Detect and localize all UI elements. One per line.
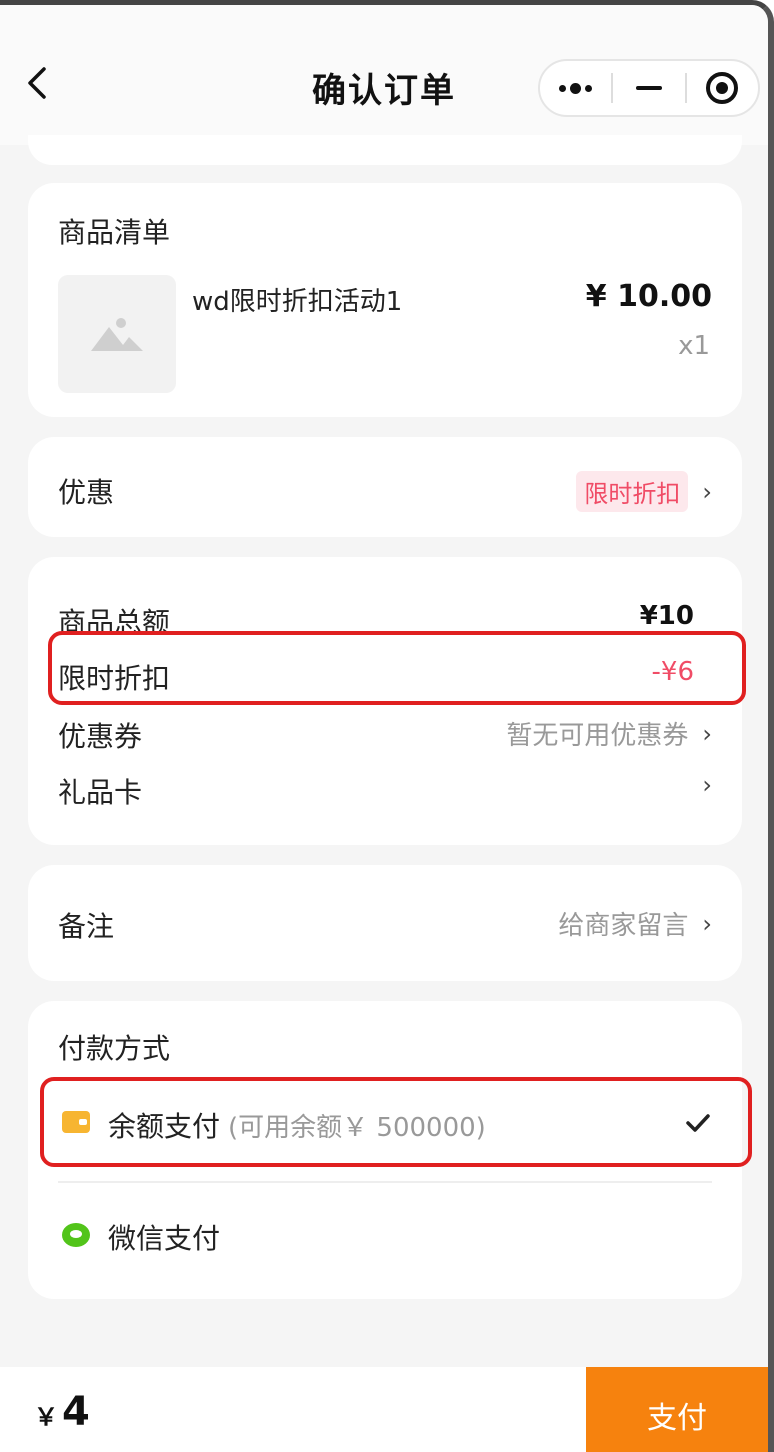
total-value: 4 [62,1389,90,1435]
total-currency: ￥ [34,1403,58,1431]
product-name: wd限时折扣活动1 [192,287,403,317]
checkout-bar: ￥ 4 支付 [0,1367,768,1452]
app-frame: 确认订单 商品清单 wd限时折扣活动1 ¥ 10.00 x1 优惠 限时折扣 ›… [0,0,774,1452]
remark-row[interactable]: 备注 给商家留言 › [28,865,742,981]
product-image-placeholder[interactable] [58,275,176,393]
previous-card-edge [28,135,742,165]
payment-title: 付款方式 [58,1032,171,1065]
wechat-icon [62,1223,90,1247]
wechat-pay-option[interactable]: 微信支付 [28,1201,742,1271]
nav-bar: 确认订单 [0,5,768,145]
gift-card-label: 礼品卡 [58,776,143,809]
goods-total-value: ¥10 [639,601,694,631]
product-price: ¥ 10.00 [585,279,712,314]
wechat-pay-label: 微信支付 [108,1222,221,1255]
flash-sale-tag: 限时折扣 [576,471,689,512]
discount-value: 限时折扣 › [576,471,712,512]
gift-card-row[interactable]: › [702,771,712,799]
more-dots-icon [559,82,593,94]
coupon-row[interactable]: 暂无可用优惠券 › [506,715,712,752]
product-quantity: x1 [678,331,710,361]
remark-label: 备注 [58,910,115,943]
goods-total-value-wrap: ¥10 [640,601,694,631]
coupon-value: 暂无可用优惠券 [506,721,689,751]
chevron-right-icon: › [702,771,712,799]
chevron-right-icon: › [702,719,712,748]
total-amount: ￥ 4 [34,1389,90,1435]
remark-input-wrap: 给商家留言 › [558,905,712,942]
discount-label: 优惠 [58,476,115,509]
close-mini-program-button[interactable] [687,61,758,115]
flash-sale-highlight [48,631,746,705]
discount-row[interactable]: 优惠 限时折扣 › [28,437,742,537]
mini-program-capsule [538,59,760,117]
minimize-button[interactable] [613,61,684,115]
image-placeholder-icon [91,318,143,351]
balance-pay-highlight [40,1077,752,1167]
chevron-right-icon: › [702,909,712,938]
minus-icon [635,86,662,90]
remark-placeholder: 给商家留言 [558,911,689,941]
product-list-card: 商品清单 wd限时折扣活动1 ¥ 10.00 x1 [28,183,742,417]
pay-button[interactable]: 支付 [586,1367,768,1452]
chevron-right-icon: › [702,477,712,506]
coupon-label: 优惠券 [58,720,143,753]
more-button[interactable] [540,61,611,115]
target-icon [706,72,739,104]
payment-divider [58,1181,712,1183]
product-list-title: 商品清单 [58,216,171,249]
